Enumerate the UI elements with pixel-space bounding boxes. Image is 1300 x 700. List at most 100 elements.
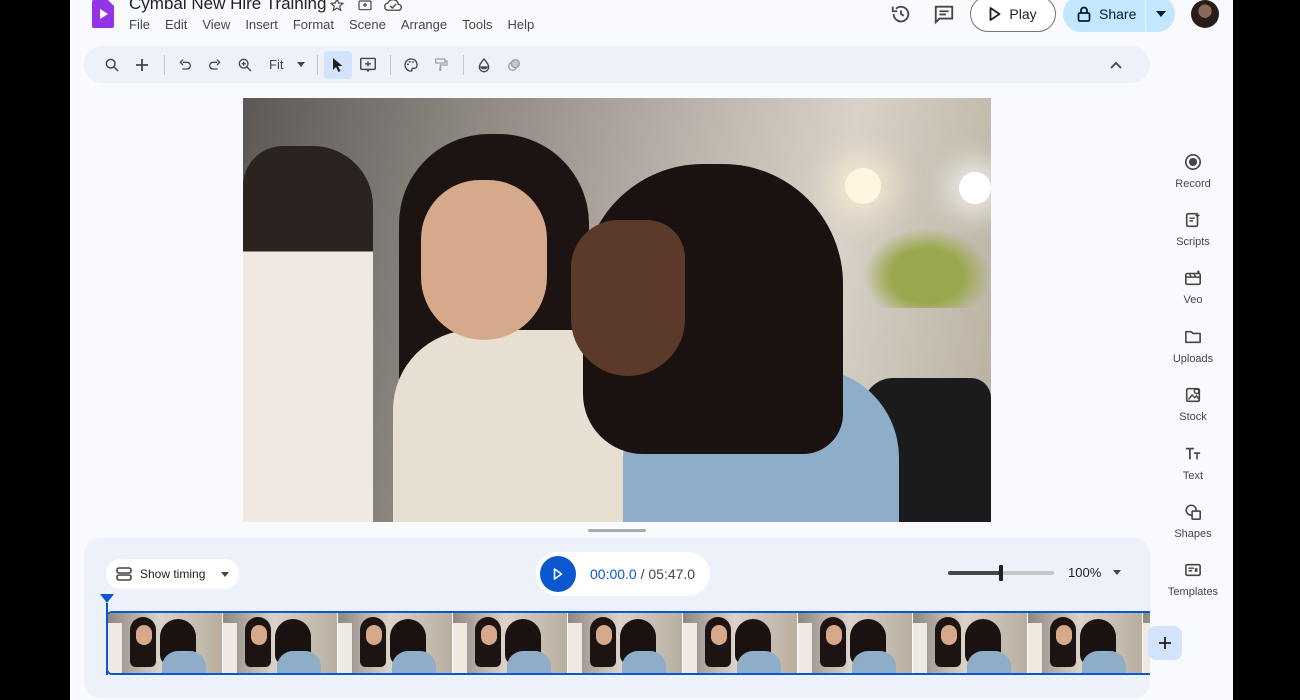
- menu-help[interactable]: Help: [507, 17, 541, 32]
- search-icon[interactable]: [98, 51, 126, 79]
- share-button-label: Share: [1099, 6, 1137, 22]
- add-text-box-icon[interactable]: [354, 51, 382, 79]
- caret-down-icon: [1155, 11, 1166, 17]
- playhead-marker[interactable]: [100, 594, 114, 603]
- total-duration: / 05:47.0: [636, 566, 696, 582]
- side-item-label: Text: [1182, 470, 1204, 482]
- paint-format-icon[interactable]: [427, 51, 455, 79]
- side-item-templates[interactable]: Templates: [1160, 560, 1226, 598]
- caret-down-icon: [1113, 570, 1122, 575]
- toolbar-separator: [164, 54, 165, 75]
- side-item-text[interactable]: Text: [1160, 444, 1226, 482]
- menu-arrange[interactable]: Arrange: [401, 17, 454, 32]
- menu-file[interactable]: File: [129, 17, 157, 32]
- scene-canvas-video-preview[interactable]: [243, 98, 991, 522]
- fill-color-icon[interactable]: [470, 51, 498, 79]
- timeline-zoom-select[interactable]: 100%: [1068, 565, 1122, 580]
- side-item-label: Templates: [1167, 586, 1219, 598]
- side-item-uploads[interactable]: Uploads: [1160, 327, 1226, 365]
- menu-view[interactable]: View: [202, 17, 237, 32]
- filmstrip-thumbnail: [1028, 613, 1143, 673]
- timeline-zoom-value: 100%: [1068, 565, 1102, 580]
- caret-down-icon[interactable]: [221, 571, 230, 577]
- side-item-label: Shapes: [1174, 528, 1212, 540]
- side-item-scripts[interactable]: Scripts: [1160, 210, 1226, 248]
- veo-icon: [1183, 268, 1203, 288]
- menu-bar: File Edit View Insert Format Scene Arran…: [129, 17, 549, 32]
- playback-control: 00:00.0 / 05:47.0: [536, 552, 710, 596]
- timing-icon: [116, 567, 132, 581]
- timeline-zoom-slider[interactable]: [948, 565, 1054, 581]
- show-timing-label: Show timing: [140, 567, 206, 581]
- shapes-icon: [1183, 502, 1203, 522]
- side-item-record[interactable]: Record: [1160, 152, 1226, 190]
- show-timing-button[interactable]: Show timing: [106, 559, 240, 589]
- side-item-label: Scripts: [1176, 236, 1210, 248]
- version-history-icon[interactable]: [889, 2, 913, 26]
- add-icon[interactable]: [128, 51, 156, 79]
- side-item-label: Record: [1175, 178, 1211, 190]
- menu-format[interactable]: Format: [293, 17, 341, 32]
- filmstrip-thumbnail: [108, 613, 223, 673]
- share-button-group: Share: [1063, 0, 1175, 32]
- play-button[interactable]: Play: [970, 0, 1056, 32]
- filmstrip-thumbnail: [568, 613, 683, 673]
- vids-app: Cymbal New Hire Training File Edit View …: [70, 0, 1233, 700]
- comments-icon[interactable]: [932, 2, 956, 26]
- zoom-in-icon[interactable]: [231, 51, 259, 79]
- play-icon: [553, 568, 563, 580]
- scene-clip-track[interactable]: [106, 611, 1150, 675]
- effects-icon[interactable]: [500, 51, 528, 79]
- stock-icon: [1183, 385, 1203, 405]
- select-cursor-icon[interactable]: [324, 50, 353, 79]
- document-title[interactable]: Cymbal New Hire Training: [129, 0, 326, 14]
- toolbar-separator: [463, 54, 465, 75]
- templates-icon: [1183, 560, 1203, 580]
- zoom-select[interactable]: Fit: [261, 51, 311, 79]
- timeline-play-button[interactable]: [540, 556, 576, 592]
- timeline-resize-handle[interactable]: [588, 529, 646, 532]
- lock-icon: [1077, 6, 1091, 22]
- toolbar-separator: [317, 54, 319, 75]
- play-button-label: Play: [1009, 6, 1037, 22]
- menu-tools[interactable]: Tools: [462, 17, 499, 32]
- vids-logo-icon[interactable]: [92, 0, 116, 28]
- add-scene-button[interactable]: [1148, 626, 1182, 660]
- star-icon[interactable]: [328, 0, 346, 14]
- side-item-label: Uploads: [1172, 353, 1214, 365]
- share-options-button[interactable]: [1146, 0, 1175, 32]
- filmstrip-thumbnail: [913, 613, 1028, 673]
- menu-scene[interactable]: Scene: [349, 17, 393, 32]
- side-item-veo[interactable]: Veo: [1160, 268, 1226, 306]
- undo-icon[interactable]: [171, 51, 199, 79]
- record-icon: [1183, 152, 1203, 172]
- share-button[interactable]: Share: [1063, 0, 1145, 32]
- cloud-saved-icon[interactable]: [384, 0, 402, 14]
- zoom-select-value: Fit: [269, 57, 284, 72]
- filmstrip-thumbnail: [798, 613, 913, 673]
- add-icon: [1159, 637, 1171, 649]
- caret-down-icon: [297, 62, 306, 67]
- current-time: 00:00.0: [590, 566, 637, 582]
- filmstrip-thumbnail: [453, 613, 568, 673]
- menu-insert[interactable]: Insert: [245, 17, 285, 32]
- side-item-stock[interactable]: Stock: [1160, 385, 1226, 423]
- avatar[interactable]: [1191, 0, 1219, 28]
- toolbar-separator: [390, 54, 392, 75]
- redo-icon[interactable]: [201, 51, 229, 79]
- editor-toolbar: Fit: [84, 46, 1150, 83]
- palette-icon[interactable]: [397, 51, 425, 79]
- timeline-panel: Show timing 00:00.0 / 05:47.0 100%: [84, 538, 1150, 698]
- zoom-slider-thumb[interactable]: [999, 565, 1003, 581]
- collapse-toolbar-chevron-up-icon[interactable]: [1102, 51, 1130, 79]
- side-item-label: Stock: [1179, 411, 1207, 423]
- text-icon: [1183, 444, 1203, 464]
- play-icon: [989, 7, 1001, 21]
- zoom-slider-fill: [948, 571, 1001, 575]
- scripts-icon: [1183, 210, 1203, 230]
- side-item-shapes[interactable]: Shapes: [1160, 502, 1226, 540]
- folder-icon: [1183, 327, 1203, 347]
- menu-edit[interactable]: Edit: [165, 17, 194, 32]
- filmstrip-thumbnail: [223, 613, 338, 673]
- move-to-folder-icon[interactable]: [356, 0, 374, 14]
